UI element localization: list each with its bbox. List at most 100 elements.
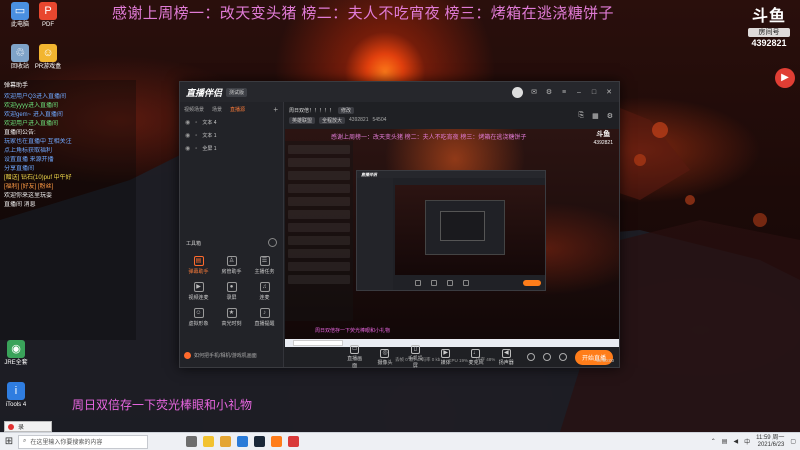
- bell-icon: ♪: [259, 308, 270, 318]
- itools-icon: i: [7, 382, 25, 400]
- lock-icon[interactable]: ▫: [195, 120, 197, 126]
- room-number-value: 4392821: [751, 38, 787, 48]
- source-item[interactable]: ◉ ▫ 全屏 1: [180, 142, 283, 155]
- menu-icon[interactable]: ≡: [560, 89, 568, 96]
- minimize-icon[interactable]: –: [575, 89, 583, 96]
- add-source-icon[interactable]: +: [273, 105, 278, 114]
- system-tray: ⌃ ▤ ◀ 中 11:59 周一 2021/6/23 ▢: [711, 435, 800, 449]
- start-button[interactable]: ⊞: [0, 433, 18, 450]
- status-cpu: CPU 19%: [448, 357, 469, 363]
- chat-message: 欢迎gem~ 进入直播间: [4, 112, 63, 118]
- chat-message: 直播间公告:: [4, 130, 36, 136]
- help-link[interactable]: 如何把手机/相机/游戏机画面: [184, 352, 257, 359]
- close-icon[interactable]: ✕: [605, 88, 613, 96]
- avatar-icon: ☺: [193, 308, 204, 318]
- status-memory: 内存 48%: [476, 357, 496, 362]
- tool-highlight[interactable]: ★ 高光时刻: [215, 306, 248, 327]
- tool-virtual-avatar[interactable]: ☺ 虚拟形象: [182, 306, 215, 327]
- room-tools: ⎘ ▦ ⚙: [578, 112, 613, 120]
- tab-live-source[interactable]: 直播源: [230, 106, 245, 113]
- volume-icon[interactable]: ◀: [733, 438, 738, 445]
- source-item[interactable]: ◉ ▫ 文本 1: [180, 129, 283, 142]
- preview-taskbar: [285, 339, 619, 347]
- tool-reminder[interactable]: ♪ 直播提醒: [248, 306, 281, 327]
- task-view-icon[interactable]: [186, 436, 197, 447]
- tool-room-admin[interactable]: ♙ 房管助手: [215, 254, 248, 275]
- desktop-icon-itools[interactable]: i iTools 4: [0, 382, 36, 409]
- visibility-icon[interactable]: ◉: [185, 132, 190, 139]
- live-companion-taskbar-icon[interactable]: [271, 436, 282, 447]
- input-language[interactable]: 中: [744, 437, 750, 446]
- chat-message: 欢迎用户Q3进入直播间: [4, 94, 67, 100]
- toolbox-settings-icon[interactable]: [268, 238, 277, 247]
- status-bar: 丢帧 0 帧 码率 0 kb CPU 19% 内存 48% 00:00:00: [285, 354, 619, 366]
- hot-value-stat: 54504: [372, 117, 387, 123]
- maximize-icon[interactable]: □: [590, 89, 598, 96]
- live-preview[interactable]: 感谢上周榜一：改天变头猪 榜二：夫人不吃宵夜 榜三：烤箱在逃浇糖饼子 斗鱼 43…: [285, 129, 619, 347]
- source-item[interactable]: ◉ ▫ 文本 4: [180, 116, 283, 129]
- app-logo: 直播伴侣: [186, 87, 223, 98]
- main-panel: 周日双倍！！！！！ 修改 英雄联盟 全程放大 4392821 54504 ⎘ ▦…: [285, 102, 619, 369]
- tab-scene[interactable]: 场景: [212, 106, 222, 113]
- tool-link-mic[interactable]: ♫ 连麦: [248, 280, 281, 301]
- visibility-icon[interactable]: ◉: [185, 145, 190, 152]
- bottom-caption-text: 周日双倍存一下荧光棒眼和小礼物: [72, 398, 253, 412]
- tool-video-link[interactable]: ▶ 视频连麦: [182, 280, 215, 301]
- windows-taskbar: ⊞ ⌕ 在这里输入你要搜索的内容 ⌃ ▤ ◀ 中 11:59 周一 2021/6…: [0, 432, 800, 450]
- tool-record[interactable]: ● 录屏: [215, 280, 248, 301]
- settings-icon[interactable]: ⚙: [545, 88, 553, 96]
- preview-chat-strip: [285, 141, 353, 321]
- steam-icon[interactable]: [254, 436, 265, 447]
- settings-icon[interactable]: ⚙: [607, 112, 613, 120]
- mode-chip[interactable]: 全程放大: [319, 116, 346, 124]
- store-icon[interactable]: [237, 436, 248, 447]
- chat-message: 玩家也在直播中 互相关注: [4, 139, 72, 145]
- category-chip[interactable]: 英雄联盟: [289, 116, 316, 124]
- chat-message: 直播间 消息: [4, 202, 36, 208]
- titlebar-controls: ✉ ⚙ ≡ – □ ✕: [512, 86, 613, 98]
- network-icon[interactable]: ▤: [722, 438, 728, 445]
- chat-icon: ▤: [193, 256, 204, 266]
- file-explorer-icon[interactable]: [203, 436, 214, 447]
- room-title: 周日双倍！！！！！: [289, 107, 335, 114]
- edit-title-button[interactable]: 修改: [338, 106, 355, 114]
- avatar[interactable]: [512, 86, 523, 98]
- recording-mini-window[interactable]: 录: [4, 421, 52, 432]
- tool-danmaku[interactable]: ▤ 弹幕助手: [182, 254, 215, 275]
- message-icon[interactable]: ✉: [530, 88, 538, 96]
- lock-icon[interactable]: ▫: [195, 146, 197, 152]
- nested-preview: [395, 185, 545, 275]
- task-icon: ☰: [259, 256, 270, 266]
- screen-icon: ▭: [350, 345, 360, 354]
- recycle-bin-icon: ♲: [11, 44, 29, 62]
- pdf-icon: P: [39, 2, 57, 20]
- search-icon: ⌕: [23, 438, 27, 444]
- mic-icon: ♫: [259, 282, 270, 292]
- red-app-icon[interactable]: [288, 436, 299, 447]
- computer-icon: ▭: [11, 2, 29, 20]
- notification-icon[interactable]: ▢: [790, 438, 796, 445]
- pinned-apps: [186, 436, 299, 447]
- tray-up-arrow-icon[interactable]: ⌃: [711, 438, 716, 445]
- star-icon: ★: [226, 308, 237, 318]
- preview-caption-text: 周日双倍存一下荧光棒眼和小礼物: [315, 328, 391, 334]
- corner-app-icon[interactable]: ▶: [775, 68, 795, 88]
- share-icon[interactable]: ⎘: [578, 112, 584, 120]
- desktop-icon-jre[interactable]: ◉ JRE全套: [0, 340, 36, 367]
- cat-app-icon[interactable]: [220, 436, 231, 447]
- room-id-stat: 4392821: [349, 117, 369, 123]
- visibility-icon[interactable]: ◉: [185, 119, 190, 126]
- taskbar-search[interactable]: ⌕ 在这里输入你要搜索的内容: [18, 434, 148, 449]
- clock[interactable]: 11:59 周一 2021/6/23: [756, 435, 784, 449]
- lock-icon[interactable]: ▫: [195, 133, 197, 139]
- source-label: 文本 1: [202, 133, 217, 139]
- live-companion-window: 直播伴侣 测试版 ✉ ⚙ ≡ – □ ✕ 视频场景 场景 直播源 + ◉ ▫ 文…: [179, 81, 620, 369]
- desktop-icon-game-box[interactable]: ☺ PR游戏盒: [28, 44, 68, 71]
- desktop-icon-pdf[interactable]: P PDF: [28, 2, 68, 29]
- layout-icon[interactable]: ▦: [592, 112, 599, 120]
- nested-sidebar: [357, 178, 393, 290]
- live-timer: 00:00:00: [596, 357, 614, 363]
- tool-anchor-task[interactable]: ☰ 主播任务: [248, 254, 281, 275]
- tab-video-scene[interactable]: 视频场景: [184, 106, 204, 113]
- thanks-banner-text: 感谢上周榜一：改天变头猪 榜二：夫人不吃宵夜 榜三：烤箱在逃浇糖饼子: [112, 5, 614, 22]
